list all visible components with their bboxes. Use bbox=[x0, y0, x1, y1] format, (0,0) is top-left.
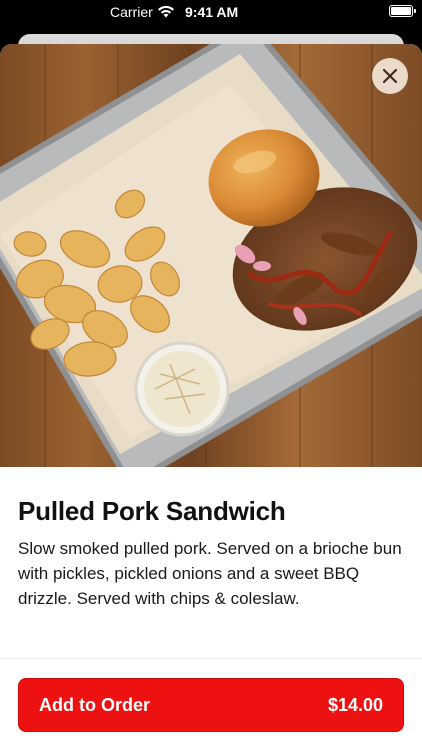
close-button[interactable] bbox=[372, 58, 408, 94]
time-label: 9:41 AM bbox=[185, 4, 239, 20]
wifi-icon bbox=[157, 5, 175, 18]
screen: Carrier 9:41 AM Pulled Pork Sandwich Slo… bbox=[0, 0, 422, 750]
item-title: Pulled Pork Sandwich bbox=[18, 496, 286, 526]
status-bar: Carrier 9:41 AM bbox=[0, 0, 422, 26]
item-price: $14.00 bbox=[327, 694, 383, 715]
add-to-order-label: Add to Order bbox=[39, 694, 150, 715]
item-photo bbox=[0, 44, 422, 467]
battery-icon bbox=[389, 5, 416, 17]
item-description: Slow smoked pulled pork. Served on a bri… bbox=[18, 539, 402, 608]
carrier-label: Carrier bbox=[110, 4, 153, 20]
add-to-order-button[interactable]: Add to Order $14.00 bbox=[18, 678, 404, 732]
item-details: Pulled Pork Sandwich Slow smoked pulled … bbox=[18, 494, 404, 611]
divider bbox=[0, 658, 422, 659]
item-detail-sheet: Pulled Pork Sandwich Slow smoked pulled … bbox=[0, 44, 422, 750]
close-icon bbox=[382, 68, 398, 84]
